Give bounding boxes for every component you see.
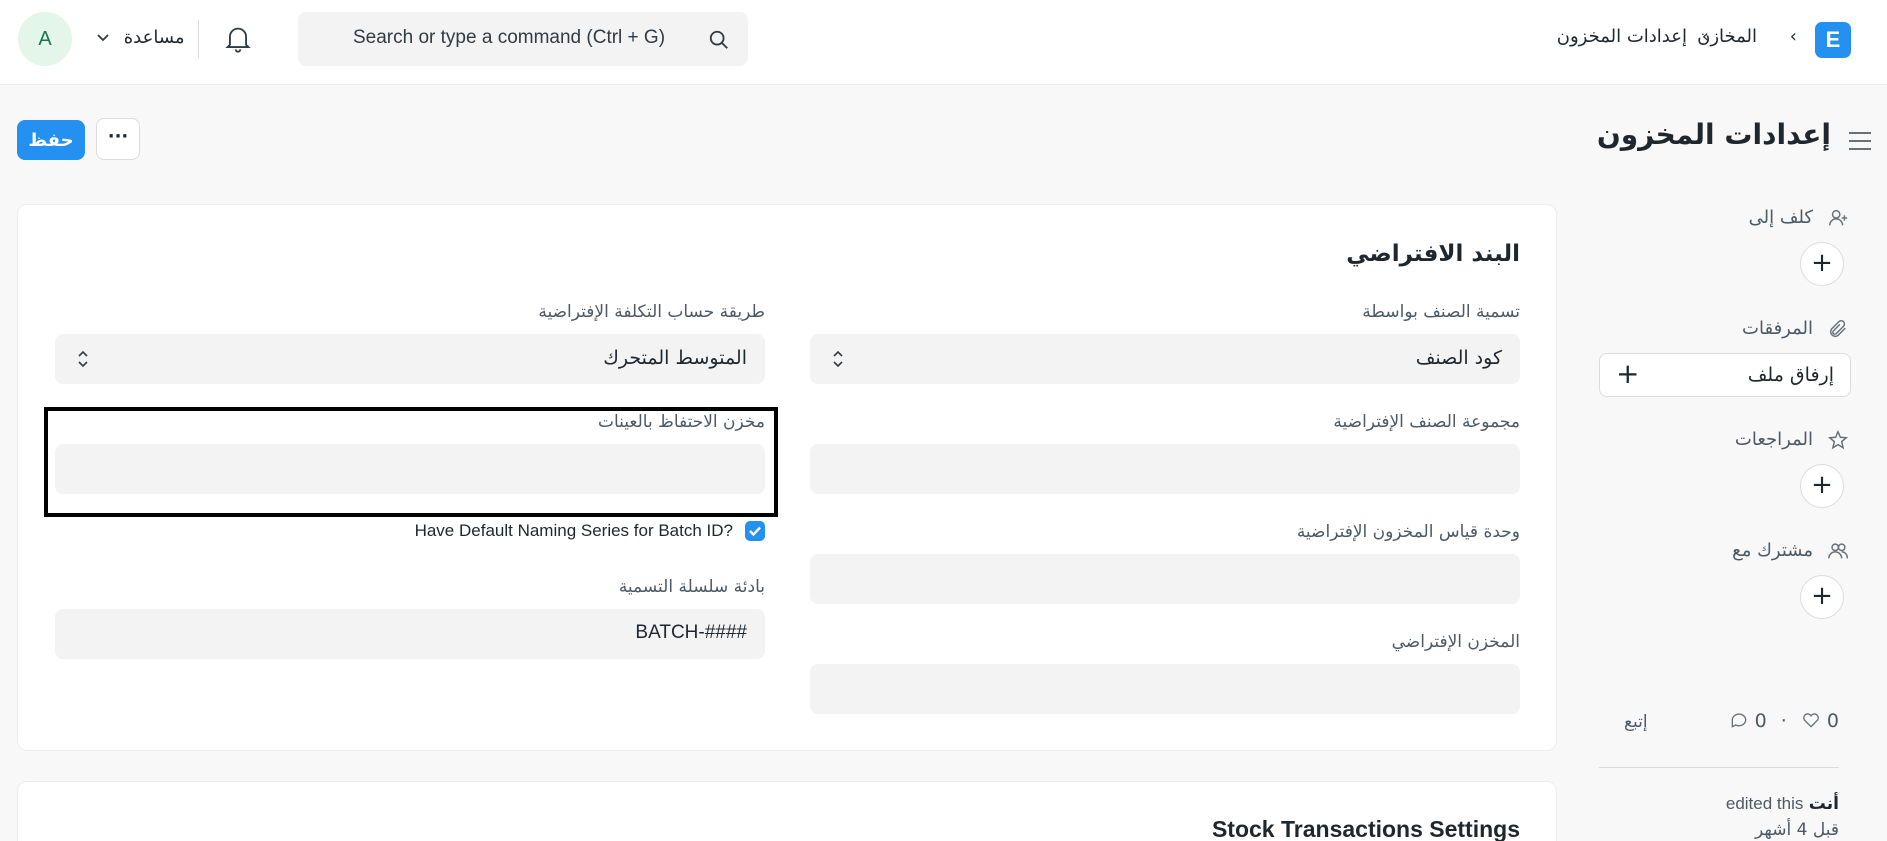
batch-naming-checkbox[interactable]: [745, 521, 765, 541]
sample-retention-warehouse-input[interactable]: [55, 444, 765, 494]
breadcrumb-separator: ›: [1701, 26, 1709, 47]
breadcrumb-stock-settings[interactable]: إعدادات المخزون: [1557, 26, 1687, 47]
navbar-divider: [198, 20, 199, 58]
users-icon: [1828, 543, 1848, 559]
default-warehouse-label: المخزن الإفتراضي: [1391, 632, 1520, 652]
naming-series-prefix-value: BATCH-####: [635, 622, 747, 643]
select-arrows-icon: [78, 350, 88, 368]
section-title: Stock Transactions Settings: [1211, 816, 1520, 841]
engagement-counts: 0 · 0: [1729, 710, 1839, 732]
valuation-method-value: المتوسط المتحرك: [603, 347, 747, 369]
valuation-method-label: طريقة حساب التكلفة الإفتراضية: [538, 302, 765, 322]
help-dropdown[interactable]: مساعدة: [96, 27, 185, 48]
activity-text: edited this: [1725, 794, 1804, 813]
default-item-group-input[interactable]: [810, 444, 1520, 494]
likes-count: 0: [1826, 710, 1839, 732]
batch-naming-label: Have Default Naming Series for Batch ID?: [414, 521, 733, 540]
activity-entry: أنت edited this: [1726, 794, 1839, 814]
default-warehouse-input[interactable]: [810, 664, 1520, 714]
assign-to-label: كلف إلى: [1748, 207, 1813, 228]
search-bar[interactable]: Search or type a command (Ctrl + G): [298, 12, 748, 66]
page-title: إعدادات المخزون: [1596, 118, 1831, 151]
item-naming-by-value: كود الصنف: [1415, 347, 1502, 369]
attachments-label: المرفقات: [1742, 318, 1813, 339]
attach-file-label: إرفاق ملف: [1747, 364, 1834, 386]
comment-icon[interactable]: [1729, 710, 1749, 730]
more-actions-button[interactable]: ···: [96, 118, 140, 160]
review-add-button[interactable]: +: [1800, 464, 1844, 508]
default-stock-uom-input[interactable]: [810, 554, 1520, 604]
navbar: E › المخازن › إعدادات المخزون Search or …: [0, 0, 1887, 85]
section-title: البند الافتراضي: [1346, 241, 1520, 267]
plus-icon: +: [1616, 357, 1640, 390]
user-avatar[interactable]: A: [18, 12, 72, 66]
valuation-method-select[interactable]: المتوسط المتحرك: [55, 334, 765, 384]
heart-icon[interactable]: [1801, 710, 1821, 730]
search-input[interactable]: Search or type a command (Ctrl + G): [353, 27, 665, 49]
attach-file-button[interactable]: إرفاق ملف +: [1599, 353, 1851, 397]
stock-transactions-section: Stock Transactions Settings: [17, 781, 1557, 841]
comments-count: 0: [1754, 710, 1767, 732]
naming-series-prefix-input[interactable]: BATCH-####: [55, 609, 765, 659]
assign-user-icon: [1829, 209, 1848, 226]
naming-series-prefix-label: بادئة سلسلة التسمية: [618, 577, 765, 597]
shared-with-label: مشترك مع: [1732, 540, 1813, 561]
app-logo[interactable]: E: [1815, 22, 1851, 58]
item-naming-by-select[interactable]: كود الصنف: [810, 334, 1520, 384]
paperclip-icon: [1829, 320, 1846, 338]
chevron-down-icon: [97, 34, 109, 42]
default-item-group-label: مجموعة الصنف الإفتراضية: [1333, 412, 1520, 432]
activity-user: أنت: [1808, 794, 1839, 814]
sidebar-toggle-icon[interactable]: [1847, 130, 1873, 152]
item-naming-by-label: تسمية الصنف بواسطة: [1362, 302, 1520, 322]
save-button[interactable]: حفظ: [17, 120, 85, 160]
share-add-button[interactable]: +: [1800, 575, 1844, 619]
search-icon: [709, 30, 728, 49]
dot-separator: ·: [1780, 710, 1787, 732]
breadcrumb-separator: ›: [1789, 26, 1797, 47]
default-stock-uom-label: وحدة قياس المخزون الإفتراضية: [1296, 522, 1520, 542]
default-item-section: البند الافتراضي تسمية الصنف بواسطة كود ا…: [17, 204, 1557, 751]
notification-bell-icon[interactable]: [224, 24, 252, 54]
help-label: مساعدة: [123, 27, 185, 48]
reviews-label: المراجعات: [1734, 429, 1813, 450]
select-arrows-icon: [833, 350, 843, 368]
follow-link[interactable]: إتبع: [1624, 712, 1648, 732]
sidebar-divider: [1599, 767, 1839, 768]
sample-retention-warehouse-label: مخزن الاحتفاظ بالعينات: [597, 412, 765, 432]
check-icon: [749, 526, 761, 537]
activity-time: قبل 4 أشهر: [1755, 820, 1839, 840]
assign-add-button[interactable]: +: [1800, 242, 1844, 286]
star-icon: [1827, 429, 1849, 450]
